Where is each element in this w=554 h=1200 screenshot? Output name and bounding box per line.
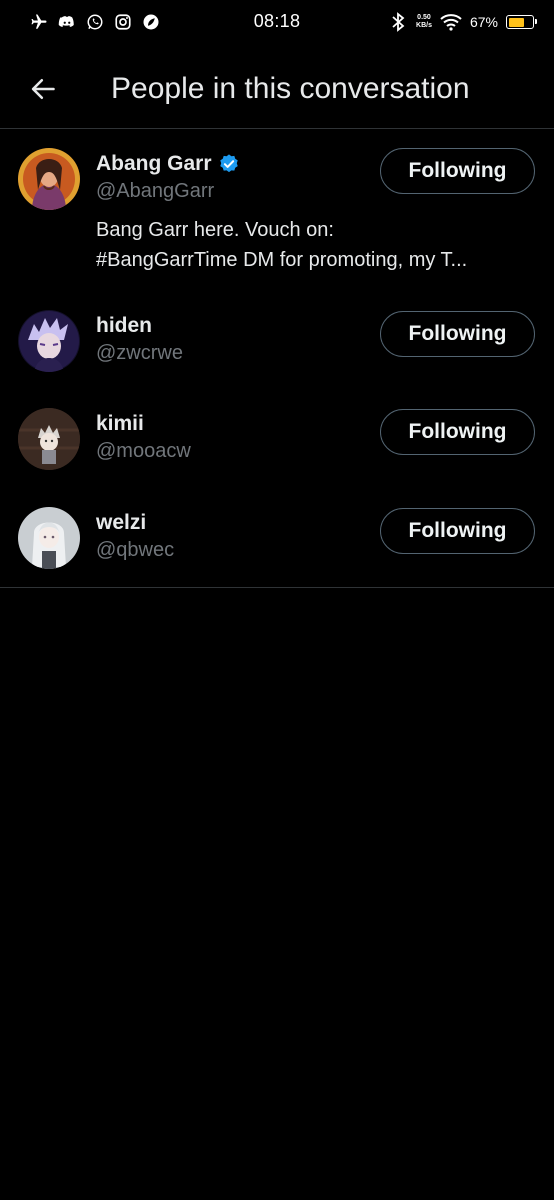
avatar[interactable] bbox=[18, 408, 80, 470]
display-name: welzi bbox=[96, 511, 147, 534]
avatar[interactable] bbox=[18, 148, 80, 210]
bio-line: #BangGarrTime DM for promoting, my T... bbox=[96, 249, 468, 271]
list-bottom-divider bbox=[0, 587, 554, 588]
verified-badge-icon bbox=[219, 154, 238, 173]
display-name: kimii bbox=[96, 412, 144, 435]
user-bio: Bang Garr here. Vouch on: #BangGarrTime … bbox=[96, 215, 536, 275]
list-item-user-zwcrwe[interactable]: hiden @zwcrwe Following bbox=[0, 300, 554, 398]
following-button[interactable]: Following bbox=[380, 508, 535, 554]
following-button[interactable]: Following bbox=[380, 311, 535, 357]
arrow-left-icon bbox=[31, 78, 55, 100]
status-time: 08:18 bbox=[253, 11, 301, 31]
display-name: hiden bbox=[96, 314, 152, 337]
battery-icon bbox=[506, 15, 537, 29]
following-button[interactable]: Following bbox=[380, 409, 535, 455]
battery-fill bbox=[508, 17, 524, 27]
avatar[interactable] bbox=[18, 507, 80, 569]
header: People in this conversation bbox=[0, 50, 554, 128]
bio-line: Bang Garr here. Vouch on: bbox=[96, 219, 334, 241]
list-item-user-abanggarr[interactable]: Abang Garr @AbangGarr Bang Garr here. Vo… bbox=[0, 130, 554, 300]
back-button[interactable] bbox=[8, 54, 78, 124]
page-title: People in this conversation bbox=[111, 72, 470, 105]
list-item-user-mooacw[interactable]: kimii @mooacw Following bbox=[0, 398, 554, 497]
display-name: Abang Garr bbox=[96, 152, 212, 175]
following-button[interactable]: Following bbox=[380, 148, 535, 194]
list-item-user-qbwec[interactable]: welzi @qbwec Following bbox=[0, 497, 554, 587]
status-bar: 08:18 0.50 KB/s 67% bbox=[0, 0, 554, 44]
avatar[interactable] bbox=[18, 310, 80, 372]
header-divider bbox=[0, 128, 554, 129]
